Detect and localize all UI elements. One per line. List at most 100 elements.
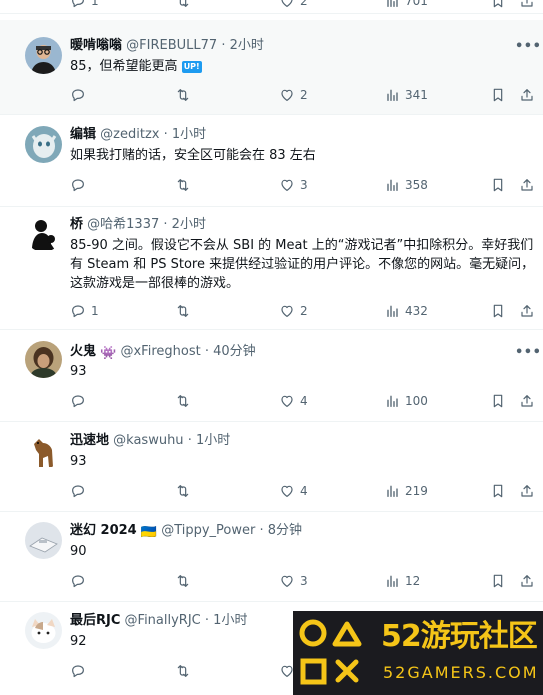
user-handle[interactable]: @哈希1337 xyxy=(87,217,159,232)
views-button[interactable]: 701 xyxy=(384,0,428,10)
like-button[interactable]: 2 xyxy=(279,0,308,10)
share-button[interactable] xyxy=(519,176,535,194)
timestamp[interactable]: 1小时 xyxy=(213,613,247,628)
user-handle[interactable]: @Tippy_Power xyxy=(161,523,255,538)
display-name[interactable]: 迷幻 2024 xyxy=(70,523,137,538)
share-button[interactable] xyxy=(519,302,535,320)
tweet-text: 85，但希望能更高 UP! xyxy=(70,57,535,76)
tweet[interactable]: 编辑 @zeditzx · 1小时 如果我打赌的话，安全区可能会在 83 左右 … xyxy=(0,115,543,207)
retweet-icon xyxy=(177,305,189,317)
display-name[interactable]: 编辑 xyxy=(70,127,96,142)
like-button[interactable]: 4 xyxy=(279,482,308,500)
user-handle[interactable]: @xFireghost xyxy=(120,344,200,359)
timestamp[interactable]: 2小时 xyxy=(230,38,264,53)
timestamp[interactable]: 1小时 xyxy=(172,127,206,142)
reply-button[interactable] xyxy=(70,662,86,680)
tweet[interactable]: 迅速地 @kaswuhu · 1小时 93 4 219 xyxy=(0,422,543,512)
retweet-button[interactable] xyxy=(175,302,196,320)
display-name[interactable]: 最后RJC xyxy=(70,613,120,628)
display-name[interactable]: 桥 xyxy=(70,217,83,232)
bookmark-button[interactable] xyxy=(490,302,506,320)
separator: · xyxy=(221,38,226,53)
retweet-button[interactable] xyxy=(175,572,196,590)
retweet-button[interactable] xyxy=(175,482,196,500)
reply-button[interactable] xyxy=(70,572,91,590)
display-name[interactable]: 迅速地 xyxy=(70,433,109,448)
bookmark-button[interactable] xyxy=(490,392,506,410)
share-button[interactable] xyxy=(519,0,535,10)
views-button[interactable]: 219 xyxy=(384,482,428,500)
avatar[interactable] xyxy=(25,341,62,378)
reply-button[interactable] xyxy=(70,86,91,104)
avatar-image xyxy=(25,37,62,74)
avatar[interactable] xyxy=(25,522,62,559)
timestamp[interactable]: 2小时 xyxy=(172,217,206,232)
retweet-icon xyxy=(177,575,189,587)
retweet-button[interactable] xyxy=(175,0,196,10)
retweet-icon xyxy=(179,0,189,7)
reply-button[interactable] xyxy=(70,176,91,194)
display-name[interactable]: 火鬼 xyxy=(70,344,96,359)
bookmark-icon xyxy=(493,574,503,588)
user-handle[interactable]: @zeditzx xyxy=(100,127,159,142)
avatar[interactable] xyxy=(25,37,62,74)
bookmark-button[interactable] xyxy=(490,86,506,104)
views-button[interactable]: 12 xyxy=(384,572,420,590)
share-button[interactable] xyxy=(519,86,535,104)
avatar[interactable] xyxy=(25,612,62,649)
views-button[interactable]: 358 xyxy=(384,176,428,194)
avatar[interactable] xyxy=(25,215,62,252)
share-button[interactable] xyxy=(519,572,535,590)
more-icon[interactable]: ••• xyxy=(515,40,541,58)
like-icon xyxy=(281,89,293,101)
reply-count: 1 xyxy=(91,0,99,8)
user-handle[interactable]: @kaswuhu xyxy=(113,433,183,448)
retweet-button[interactable] xyxy=(175,176,196,194)
bookmark-button[interactable] xyxy=(490,572,506,590)
avatar-image xyxy=(25,432,62,469)
avatar[interactable] xyxy=(25,126,62,163)
tweet[interactable]: 桥 @哈希1337 · 2小时 85-90 之间。假设它不会从 SBI 的 Me… xyxy=(0,207,543,330)
like-button[interactable]: 2 xyxy=(279,302,308,320)
tweet-actions: 4 219 xyxy=(70,482,535,500)
reply-icon xyxy=(72,395,84,408)
like-button[interactable]: 4 xyxy=(279,392,308,410)
tweet[interactable]: 迷幻 2024 🇺🇦 @Tippy_Power · 8分钟 90 3 12 xyxy=(0,512,543,602)
like-button[interactable]: 3 xyxy=(279,572,308,590)
bookmark-button[interactable] xyxy=(490,482,506,500)
tweet[interactable]: 暖啃嗡嗡 @FIREBULL77 · 2小时 ••• 85，但希望能更高 UP!… xyxy=(0,20,543,115)
reply-button[interactable]: 1 xyxy=(70,0,99,10)
bookmark-button[interactable] xyxy=(490,176,506,194)
tweet-actions: 3 12 xyxy=(70,572,535,590)
reply-icon xyxy=(72,0,84,8)
timestamp[interactable]: 40分钟 xyxy=(213,344,256,359)
retweet-button[interactable] xyxy=(175,86,196,104)
avatar-image xyxy=(25,522,62,559)
share-icon xyxy=(521,485,533,497)
views-button[interactable]: 432 xyxy=(384,302,428,320)
retweet-button[interactable] xyxy=(175,392,196,410)
reply-button[interactable]: 1 xyxy=(70,302,99,320)
reply-button[interactable] xyxy=(70,392,91,410)
up-emoji: UP! xyxy=(181,61,202,73)
like-button[interactable]: 3 xyxy=(279,176,308,194)
user-handle[interactable]: @FinallyRJC xyxy=(125,613,201,628)
views-button[interactable]: 341 xyxy=(384,86,428,104)
views-button[interactable]: 100 xyxy=(384,392,428,410)
reply-button[interactable] xyxy=(70,482,91,500)
tweet[interactable]: 1 2 701 xyxy=(0,0,543,14)
display-name[interactable]: 暖啃嗡嗡 xyxy=(70,38,122,53)
views-icon xyxy=(387,0,398,7)
like-button[interactable]: 2 xyxy=(279,86,308,104)
tweet[interactable]: 火鬼 👾 @xFireghost · 40分钟 ••• 93 4 100 xyxy=(0,330,543,422)
share-button[interactable] xyxy=(519,482,535,500)
timestamp[interactable]: 1小时 xyxy=(196,433,230,448)
share-button[interactable] xyxy=(519,392,535,410)
tweet-header: 火鬼 👾 @xFireghost · 40分钟 xyxy=(70,344,256,362)
avatar[interactable] xyxy=(25,432,62,469)
like-icon xyxy=(281,0,293,7)
bookmark-button[interactable] xyxy=(490,0,506,10)
timestamp[interactable]: 8分钟 xyxy=(268,523,302,538)
user-handle[interactable]: @FIREBULL77 xyxy=(126,38,217,53)
retweet-button[interactable] xyxy=(175,662,191,680)
